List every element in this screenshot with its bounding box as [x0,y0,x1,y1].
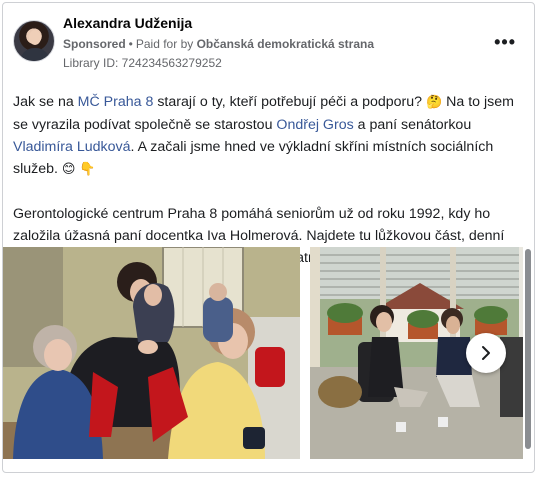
carousel-next-button[interactable] [466,333,506,373]
link-vladimira-ludkova[interactable]: Vladimíra Ludková [13,139,131,155]
carousel-photo-1[interactable] [3,247,300,459]
post-body: Jak se na MČ Praha 8 starají o ty, kteří… [13,91,525,269]
avatar-face [29,30,41,45]
author-name[interactable]: Alexandra Udženija [63,15,192,31]
post-paragraph-1: Jak se na MČ Praha 8 starají o ty, kteří… [13,91,525,181]
paid-for-organization[interactable]: Občanská demokratická strana [197,37,374,51]
meta-separator: • [128,37,133,51]
chevron-right-icon [482,346,490,360]
more-options-icon[interactable]: ••• [494,33,516,51]
smile-emoji-icon: 😊 [61,162,76,177]
scrollbar[interactable] [525,249,531,449]
body-text: a paní senátorkou [353,117,472,133]
avatar-body [20,48,50,61]
paid-for-prefix: Paid for by [135,37,194,51]
sponsored-line: Sponsored • Paid for by Občanská demokrati… [63,37,374,51]
body-text: Jak se na [13,94,78,110]
avatar[interactable] [13,20,55,62]
link-mc-praha-8[interactable]: MČ Praha 8 [78,94,154,110]
post-header: Alexandra Udženija Sponsored • Paid for by… [3,3,534,75]
body-text: starají o ty, kteří potřebují péči a pod… [153,94,426,110]
library-id: Library ID: 724234563279252 [63,56,222,70]
image-carousel [3,247,523,459]
pointing-down-emoji-icon: 👇 [79,162,96,177]
sponsored-label: Sponsored [63,37,126,51]
ad-card: Alexandra Udženija Sponsored • Paid for by… [2,2,535,473]
thinking-emoji-icon: 🤔 [425,95,443,110]
link-ondrej-gros[interactable]: Ondřej Gros [276,117,353,133]
